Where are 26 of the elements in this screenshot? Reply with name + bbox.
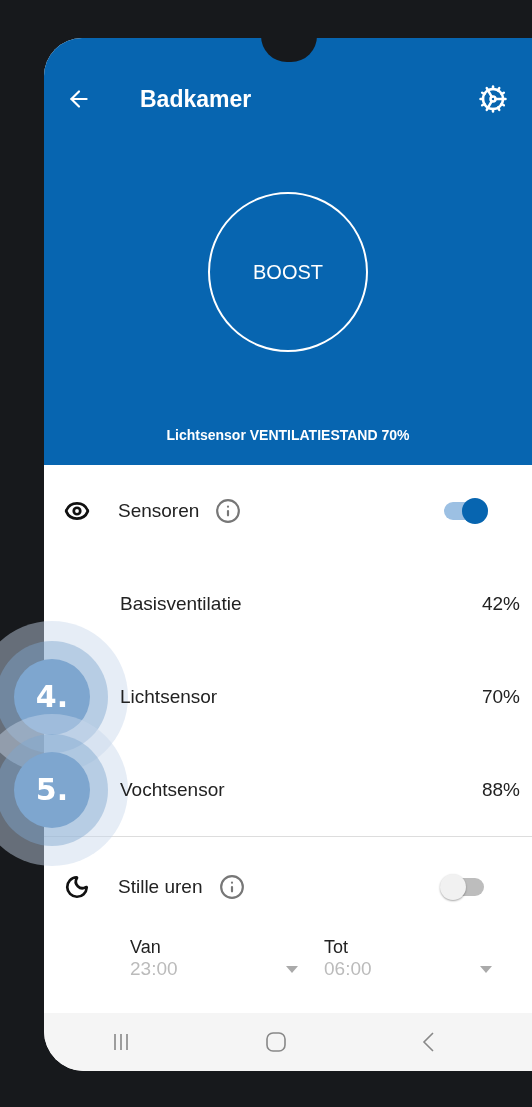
home-button[interactable] [265, 1031, 287, 1053]
info-button[interactable] [218, 874, 245, 900]
sensor-value: 42% [481, 592, 520, 615]
boost-button[interactable]: BOOST [208, 192, 368, 352]
info-button[interactable] [215, 498, 242, 524]
field-label: Van [130, 937, 162, 958]
caret-icon [286, 965, 298, 973]
field-label: Tot [324, 937, 349, 958]
step-number-badge: 4. [14, 658, 90, 735]
sensor-value: 88% [481, 778, 520, 801]
recent-apps-button[interactable] [111, 1032, 131, 1052]
sensor-name: Lichtsensor [120, 685, 218, 708]
page-title: Badkamer [140, 85, 253, 113]
status-text: Lichtsensor VENTILATIESTAND 70% [166, 427, 410, 443]
caret-icon [480, 965, 492, 973]
time-dropdown[interactable]: 23:00 [130, 958, 178, 980]
step-number-badge: 5. [14, 751, 90, 828]
sensor-name: Vochtsensor [120, 778, 225, 801]
sensor-name: Basisventilatie [120, 592, 242, 615]
back-nav-button[interactable] [421, 1031, 435, 1053]
section-label: Stille uren [118, 876, 203, 898]
sensor-value: 70% [481, 685, 520, 708]
moon-icon [64, 874, 90, 900]
section-label: Sensoren [118, 500, 200, 522]
settings-button[interactable] [478, 84, 508, 114]
time-dropdown[interactable]: 06:00 [324, 958, 372, 980]
